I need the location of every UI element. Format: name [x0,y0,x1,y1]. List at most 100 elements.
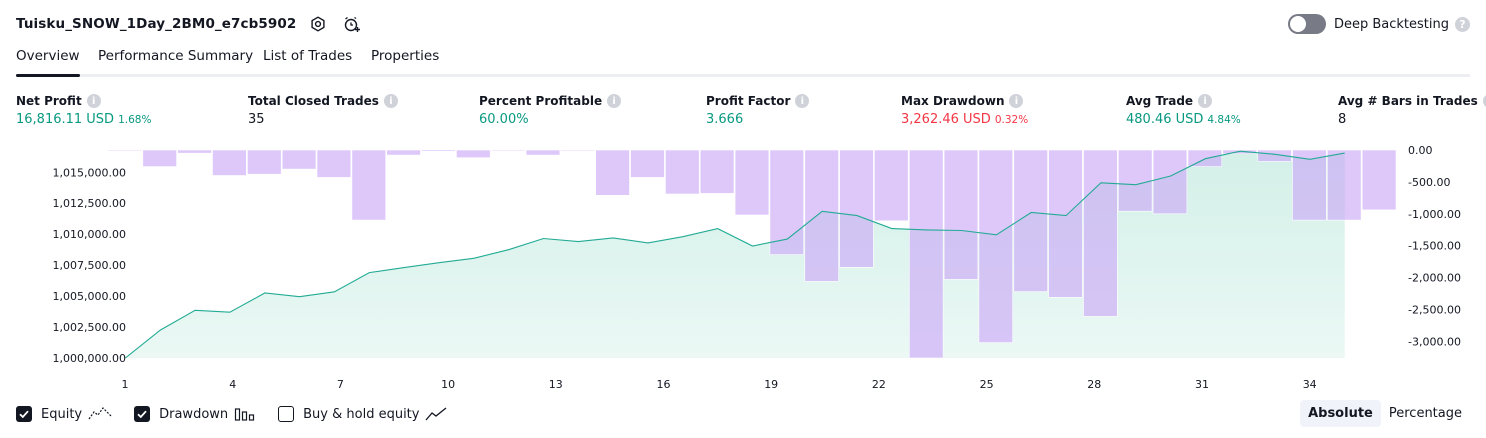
metric-avg-bars-in-trades: Avg # Bars in Tradesi 8 [1338,93,1486,127]
metric-value: 16,816.11 USD [16,112,115,127]
x-axis-tick: 4 [229,378,236,391]
drawdown-bar [630,149,665,178]
drawdown-bar [1327,149,1362,221]
drawdown-bar [804,149,839,282]
help-question-icon[interactable]: ? [1455,16,1470,32]
metric-label: Avg # Bars in Trades [1338,94,1478,108]
tab-performance-summary[interactable]: Performance Summary [98,48,253,74]
drawdown-bar [281,149,317,170]
info-icon[interactable]: i [1009,94,1024,108]
drawdown-bar [978,149,1014,343]
deep-backtesting-toggle[interactable] [1287,14,1326,34]
drawdown-bar [1292,149,1327,221]
drawdown-bar [525,149,561,156]
metric-net-profit: Net Profit i 16,816.11 USD 1.68% [16,93,151,127]
metric-label: Total Closed Trades [248,94,379,108]
drawdown-bar [490,149,526,152]
equity-drawdown-chart[interactable]: 1,000,000.00 1,002,500.00 1,005,000.00 1,00… [0,140,1486,400]
metric-total-closed-trades: Total Closed Trades i 35 [248,93,398,127]
drawdown-bar [1118,149,1153,212]
drawdown-bar [1187,149,1223,167]
drawdown-bar [421,149,456,152]
metric-label: Percent Profitable [479,94,603,108]
report-tabs: Overview Performance Summary List of Tra… [16,46,1470,77]
info-icon[interactable]: i [383,94,398,108]
x-axis-tick: 19 [764,378,778,391]
chart-legend: Equity Drawdown Buy & hold equity [16,403,471,425]
right-axis-tick: -1,000.00 [1408,208,1461,221]
right-axis-tick: -1,500.00 [1408,240,1461,253]
info-icon[interactable]: i [607,94,622,108]
toggle-knob [1289,16,1306,32]
drawdown-bar [699,149,735,194]
equity-line-icon [88,406,112,422]
legend-label: Drawdown [159,406,229,422]
metric-value: 3.666 [706,112,744,127]
metric-value: 35 [248,112,265,127]
drawdown-bar [212,149,247,176]
equity-checkbox[interactable] [16,406,32,422]
legend-label: Equity [41,406,83,422]
drawdown-bar [386,149,421,156]
tab-overview[interactable]: Overview [16,48,80,77]
drawdown-bar [456,149,491,158]
tab-list-of-trades[interactable]: List of Trades [263,48,352,74]
metric-label: Profit Factor [706,94,791,108]
drawdown-bar [874,149,909,222]
percentage-mode-button[interactable]: Percentage [1381,400,1470,427]
drawdown-bar [908,149,944,359]
metric-percent-profitable: Percent Profitable i 60.00% [479,93,622,127]
info-icon[interactable]: i [795,94,810,108]
metric-profit-factor: Profit Factor i 3.666 [706,93,810,127]
drawdown-bar [142,149,177,167]
absolute-mode-button[interactable]: Absolute [1300,400,1381,427]
left-axis-tick: 1,005,000.00 [53,290,126,303]
left-axis-tick: 1,010,000.00 [53,228,126,241]
value-mode-switch: Absolute Percentage [1300,400,1470,427]
right-axis-tick: -500.00 [1408,176,1450,189]
metric-value: 480.46 USD [1126,112,1204,127]
drawdown-bar [247,149,282,175]
x-axis-tick: 7 [337,378,344,391]
metric-label: Net Profit [16,94,82,108]
drawdown-bar [177,149,212,154]
left-axis-tick: 1,000,000.00 [53,352,126,365]
metric-value: 60.00% [479,112,529,127]
drawdown-bar [734,149,770,216]
info-icon[interactable]: i [86,94,101,108]
metric-value: 8 [1338,112,1347,127]
info-icon[interactable]: i [1198,94,1213,108]
metric-percent: 0.32% [994,114,1029,126]
buy-hold-line-icon [425,406,449,422]
drawdown-checkbox[interactable] [134,406,151,422]
drawdown-bar [595,149,630,196]
deep-backtesting-control: Deep Backtesting ? [1287,12,1470,36]
drawdown-bars-icon [234,406,256,422]
drawdown-bar [839,149,874,268]
x-axis-tick: 31 [1195,378,1209,391]
left-axis-tick: 1,002,500.00 [53,321,126,334]
drawdown-bar [1048,149,1083,298]
x-axis-tick: 25 [980,378,994,391]
drawdown-bar [1152,149,1188,215]
metric-percent: 4.84% [1207,114,1241,126]
x-axis-tick: 16 [657,378,671,391]
drawdown-bar [560,149,596,152]
tab-properties[interactable]: Properties [371,48,439,74]
drawdown-bar [1083,149,1118,317]
drawdown-bar [665,149,700,195]
add-alert-clock-icon[interactable] [340,12,364,36]
legend-equity[interactable]: Equity [16,406,112,422]
legend-buy-hold-equity[interactable]: Buy & hold equity [278,406,449,422]
legend-drawdown[interactable]: Drawdown [134,406,256,422]
legend-label: Buy & hold equity [303,406,420,422]
left-axis-tick: 1,007,500.00 [53,259,126,272]
drawdown-bar [1361,149,1397,211]
metric-percent: 1.68% [118,114,152,126]
settings-gear-icon[interactable] [306,12,330,36]
drawdown-bar [107,149,143,152]
deep-backtesting-label: Deep Backtesting [1333,16,1449,32]
buy-hold-checkbox[interactable] [278,406,295,422]
metric-max-drawdown: Max Drawdown i 3,262.46 USD 0.32% [901,93,1028,127]
right-axis-tick: 0.00 [1408,144,1433,157]
